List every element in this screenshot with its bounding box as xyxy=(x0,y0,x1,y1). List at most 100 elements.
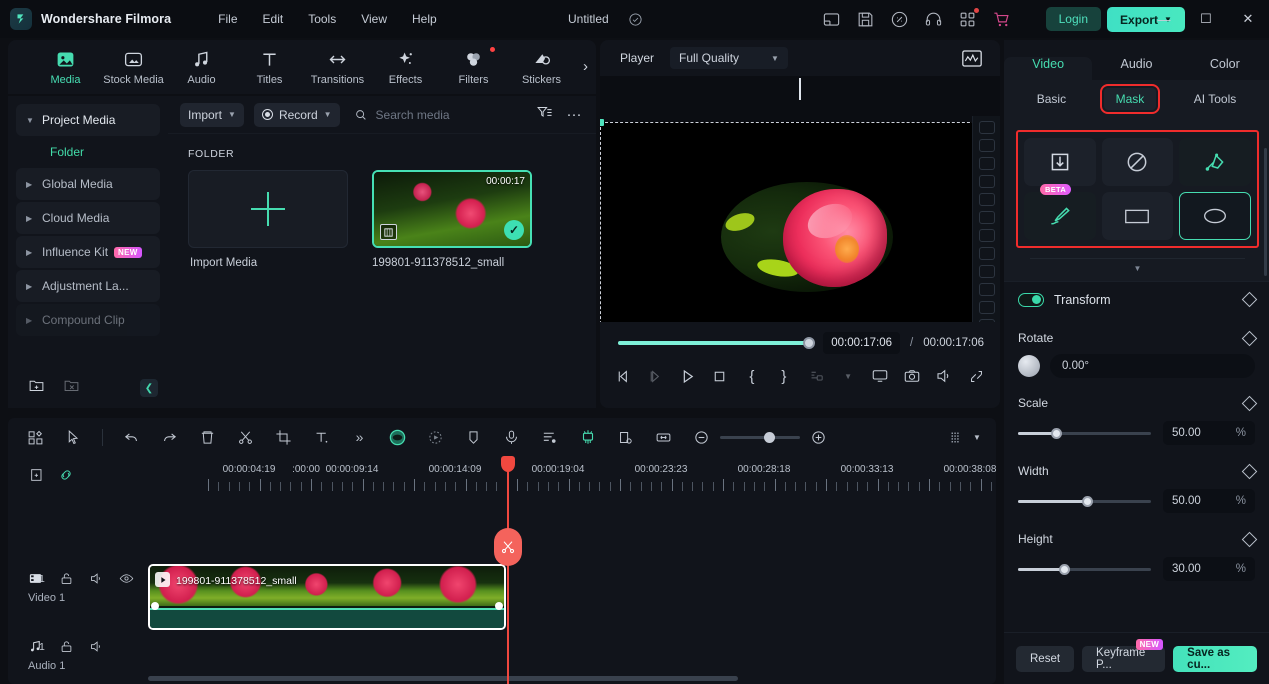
mask-timeline-icon[interactable] xyxy=(616,428,635,447)
media-item[interactable]: 00:00:17 ✓ 199801-911378512_small xyxy=(372,170,532,269)
close-button[interactable]: ✕ xyxy=(1227,0,1269,38)
reset-button[interactable]: Reset xyxy=(1016,645,1075,672)
media-thumbnail[interactable]: 00:00:17 ✓ xyxy=(372,170,532,248)
volume-icon[interactable] xyxy=(935,366,954,386)
subtab-mask[interactable]: Mask xyxy=(1099,84,1161,114)
tab-video[interactable]: Video xyxy=(1004,57,1093,80)
menu-tools[interactable]: Tools xyxy=(297,8,347,30)
width-value-field[interactable]: 50.00 % xyxy=(1163,489,1255,513)
playhead-handle[interactable] xyxy=(501,456,515,472)
prev-frame-icon[interactable] xyxy=(614,366,633,386)
rectangle-mask-icon[interactable] xyxy=(1101,192,1174,240)
zoom-slider-knob[interactable] xyxy=(764,431,775,443)
scissors-icon[interactable] xyxy=(494,528,522,566)
filter-icon[interactable] xyxy=(536,104,553,126)
sidebar-item-influence-kit[interactable]: ▶ Influence Kit NEW xyxy=(16,236,160,268)
playhead[interactable] xyxy=(501,456,515,684)
more-options-icon[interactable]: ··· xyxy=(567,107,582,122)
snapshot-to-timeline-icon[interactable] xyxy=(806,366,825,386)
collapse-panel-icon[interactable]: ❮ xyxy=(140,379,158,397)
tab-filters[interactable]: Filters xyxy=(440,47,507,86)
sidebar-item-compound-clip[interactable]: ▶ Compound Clip xyxy=(16,304,160,336)
green-screen-icon[interactable] xyxy=(578,428,597,447)
mask-expand-chevron-icon[interactable]: ▼ xyxy=(1016,259,1259,277)
seek-bar[interactable] xyxy=(618,337,816,349)
text-icon[interactable] xyxy=(312,428,331,447)
width-slider[interactable] xyxy=(1018,495,1151,507)
quality-selector[interactable]: Full Quality ▼ xyxy=(670,47,788,69)
transform-toggle[interactable] xyxy=(1018,292,1044,307)
redo-icon[interactable] xyxy=(160,428,179,447)
scale-slider-knob[interactable] xyxy=(1051,427,1063,439)
scale-slider[interactable] xyxy=(1018,427,1151,439)
crop-icon[interactable] xyxy=(274,428,293,447)
keyframe-diamond-icon[interactable] xyxy=(1241,330,1258,346)
rotate-value[interactable]: 0.00° xyxy=(1050,354,1255,378)
delete-folder-icon[interactable] xyxy=(63,377,80,399)
marker-icon[interactable] xyxy=(464,428,483,447)
render-preview-icon[interactable] xyxy=(947,428,966,447)
search-media-box[interactable] xyxy=(354,107,526,122)
timeline-clip[interactable]: 199801-911378512_small xyxy=(148,564,506,630)
mark-out-icon[interactable]: } xyxy=(774,366,793,386)
layout-icon[interactable] xyxy=(822,10,841,29)
search-input[interactable] xyxy=(375,107,526,122)
tab-transitions[interactable]: Transitions xyxy=(304,48,371,86)
new-folder-icon[interactable] xyxy=(28,377,45,399)
clip-trim-handle-left[interactable] xyxy=(151,602,159,610)
tab-stickers[interactable]: Stickers xyxy=(508,48,575,86)
lock-icon[interactable] xyxy=(58,570,75,587)
split-scissors-icon[interactable] xyxy=(236,428,255,447)
menu-help[interactable]: Help xyxy=(401,8,448,30)
camera-snapshot-icon[interactable] xyxy=(903,366,922,386)
link-icon[interactable] xyxy=(57,466,74,483)
pen-mask-icon[interactable] xyxy=(1179,138,1251,186)
color-match-icon[interactable] xyxy=(388,428,407,447)
headset-icon[interactable] xyxy=(924,10,943,29)
tab-color[interactable]: Color xyxy=(1181,57,1269,80)
seek-knob[interactable] xyxy=(803,337,816,349)
tab-stock-media[interactable]: Stock Media xyxy=(100,48,167,86)
minimize-button[interactable]: — xyxy=(1143,0,1185,38)
import-button[interactable]: Import ▼ xyxy=(180,102,244,127)
brush-mask-icon[interactable]: BETA xyxy=(1024,184,1096,240)
height-slider-knob[interactable] xyxy=(1059,563,1071,575)
add-track-icon[interactable] xyxy=(28,466,45,483)
timeline-horizontal-scrollbar[interactable] xyxy=(148,676,738,681)
sidebar-item-project-media[interactable]: ▼ Project Media xyxy=(16,104,160,136)
timeline-ruler[interactable]: :00:00 00:00:04:19 00:00:09:14 00:00:14:… xyxy=(148,456,996,500)
cloud-upload-icon[interactable] xyxy=(890,10,909,29)
fullscreen-icon[interactable] xyxy=(967,366,986,386)
subtab-basic[interactable]: Basic xyxy=(1025,88,1078,110)
mark-in-icon[interactable]: { xyxy=(742,366,761,386)
function-tabs-next-icon[interactable]: › xyxy=(583,58,588,75)
import-media-cell[interactable]: Import Media xyxy=(188,170,348,269)
maximize-button[interactable]: ☐ xyxy=(1185,0,1227,38)
login-button[interactable]: Login xyxy=(1045,7,1101,31)
audio-mixer-icon[interactable] xyxy=(540,428,559,447)
no-mask-icon[interactable] xyxy=(1101,138,1174,186)
rotate-dial[interactable] xyxy=(1018,355,1040,377)
mask-scrollbar[interactable] xyxy=(1264,148,1267,276)
mute-icon[interactable] xyxy=(88,570,105,587)
chevron-down-icon[interactable]: ▼ xyxy=(972,428,982,447)
keyframe-preset-button[interactable]: NEW Keyframe P... xyxy=(1082,638,1166,672)
zoom-slider[interactable] xyxy=(720,431,800,443)
tab-audio[interactable]: Audio xyxy=(1092,57,1180,80)
undo-icon[interactable] xyxy=(122,428,141,447)
height-slider[interactable] xyxy=(1018,563,1151,575)
tab-audio[interactable]: Audio xyxy=(168,48,235,86)
zoom-in-icon[interactable] xyxy=(809,428,828,447)
motion-tracking-icon[interactable] xyxy=(426,428,445,447)
preview-canvas[interactable] xyxy=(600,119,993,322)
cart-icon[interactable] xyxy=(992,10,1011,29)
height-value-field[interactable]: 30.00 % xyxy=(1163,557,1255,581)
mute-icon[interactable] xyxy=(88,638,105,655)
sidebar-item-folder[interactable]: Folder xyxy=(8,138,168,166)
keyframe-diamond-icon[interactable] xyxy=(1241,291,1258,308)
menu-edit[interactable]: Edit xyxy=(252,8,295,30)
scale-value-field[interactable]: 50.00 % xyxy=(1163,421,1255,445)
cast-icon[interactable] xyxy=(871,366,890,386)
save-as-custom-button[interactable]: Save as cu... xyxy=(1173,645,1257,672)
width-slider-knob[interactable] xyxy=(1081,495,1093,507)
